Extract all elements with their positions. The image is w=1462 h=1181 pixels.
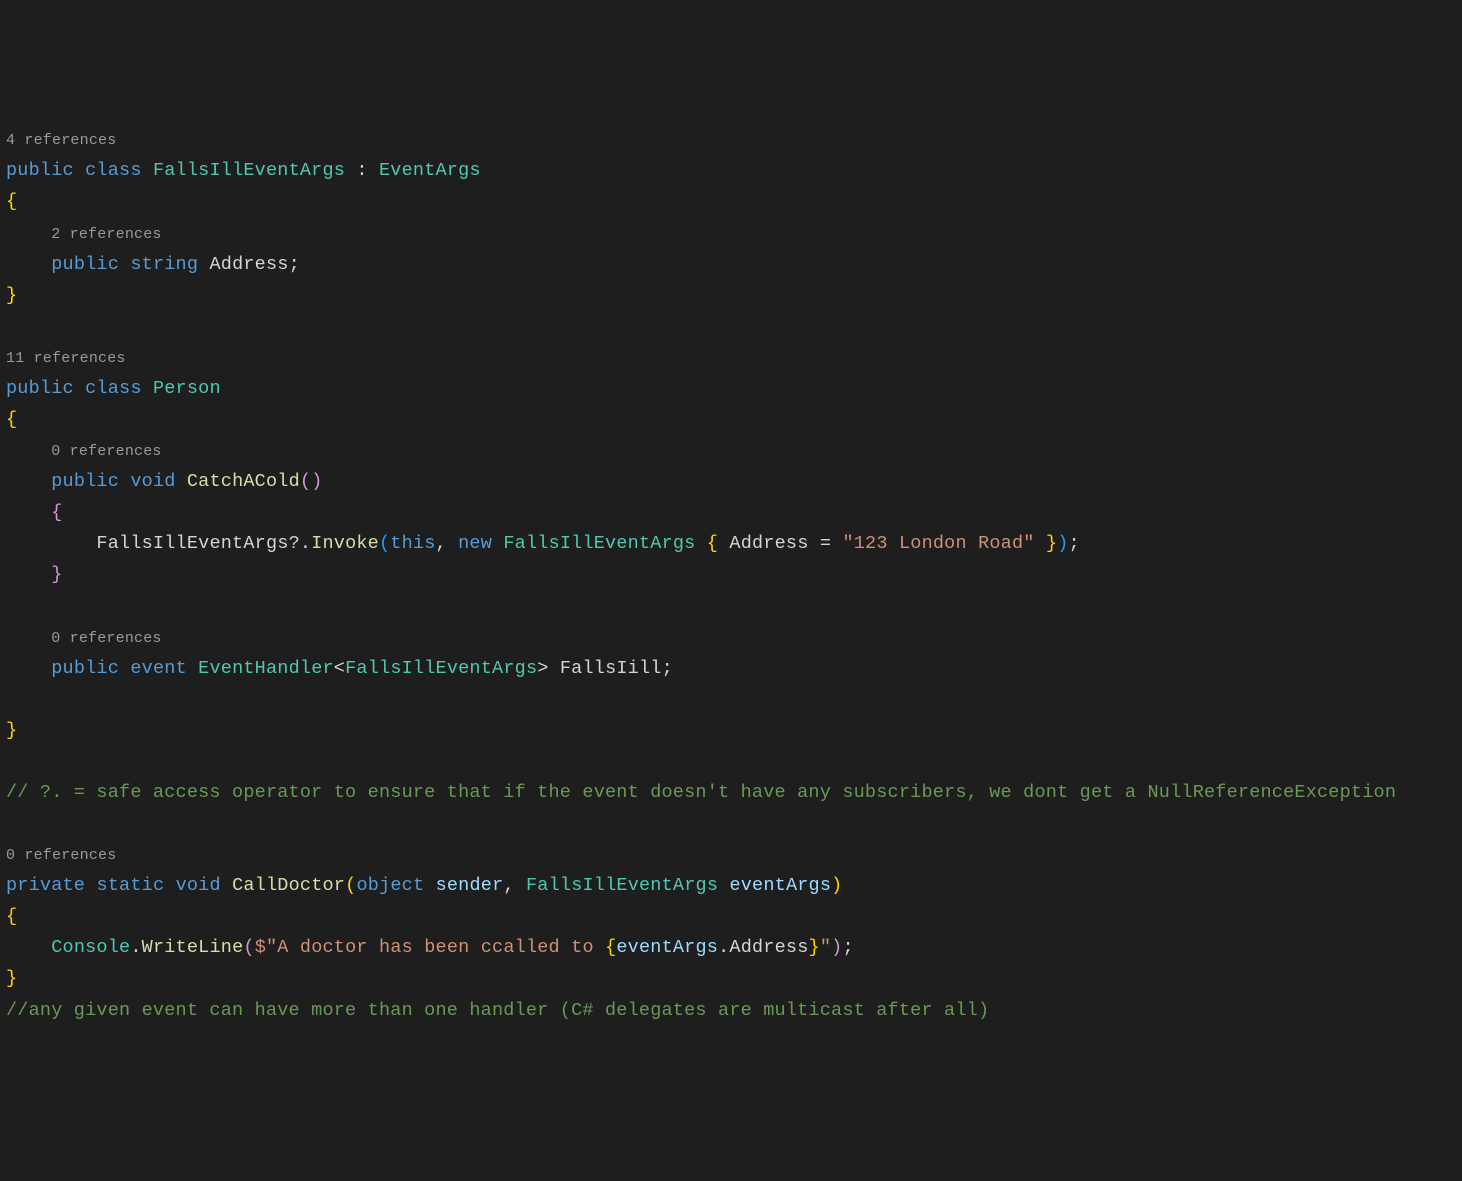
string-literal: "A doctor has been ccalled to [266,937,605,958]
brace-close: } [6,968,17,989]
keyword-new: new [458,533,492,554]
interp-close: } [809,937,820,958]
semicolon: ; [289,254,300,275]
codelens[interactable]: 0 references [51,443,161,460]
comment: //any given event can have more than one… [6,1000,989,1021]
string-literal: "123 London Road" [842,533,1034,554]
angle-close: > [537,658,548,679]
paren-open: ( [345,875,356,896]
identifier: eventArgs [616,937,718,958]
keyword-public: public [51,658,119,679]
string-literal: " [820,937,831,958]
type-name: Person [153,378,221,399]
codelens[interactable]: 11 references [6,350,126,367]
comment: // ?. = safe access operator to ensure t… [6,782,1396,803]
method-call: WriteLine [142,937,244,958]
keyword-public: public [51,254,119,275]
type-name: FallsIllEventArgs [345,658,537,679]
property-name: Address [729,533,808,554]
keyword-class: class [85,378,142,399]
angle-open: < [334,658,345,679]
keyword-string: string [130,254,198,275]
brace-close: } [51,564,62,585]
dot: . [130,937,141,958]
identifier: FallsIllEventArgs [96,533,288,554]
type-name: FallsIllEventArgs [153,160,345,181]
brace-open: { [6,906,17,927]
keyword-void: void [130,471,175,492]
dot: . [718,937,729,958]
codelens[interactable]: 0 references [6,847,116,864]
code-editor[interactable]: 4 references public class FallsIllEventA… [6,124,1456,1025]
semicolon: ; [662,658,673,679]
event-name: FallsIill [560,658,662,679]
paren-close: ) [1057,533,1068,554]
property-name: Address [729,937,808,958]
semicolon: ; [842,937,853,958]
safe-access: ?. [289,533,312,554]
brace-close: } [6,720,17,741]
space [492,533,503,554]
keyword-class: class [85,160,142,181]
brace-open: { [51,502,62,523]
codelens[interactable]: 0 references [51,630,161,647]
keyword-void: void [176,875,221,896]
keyword-static: static [96,875,164,896]
paren-close: ) [311,471,322,492]
method-name: CallDoctor [232,875,345,896]
method-call: Invoke [311,533,379,554]
type-name: EventHandler [198,658,334,679]
keyword-private: private [6,875,85,896]
dollar: $ [255,937,266,958]
comma: , [503,875,526,896]
field-name: Address [209,254,288,275]
interp-open: { [605,937,616,958]
paren-open: ( [243,937,254,958]
method-name: CatchACold [187,471,300,492]
keyword-public: public [6,160,74,181]
equals: = [809,533,843,554]
paren-close: ) [831,875,842,896]
param-name: eventArgs [729,875,831,896]
brace-open: { [6,409,17,430]
keyword-public: public [6,378,74,399]
brace-open: { [707,533,718,554]
brace-close: } [1046,533,1057,554]
semicolon: ; [1069,533,1080,554]
brace-open: { [6,191,17,212]
type-name: FallsIllEventArgs [526,875,718,896]
type-name: EventArgs [379,160,481,181]
keyword-object: object [356,875,424,896]
keyword-event: event [130,658,187,679]
param-name: sender [436,875,504,896]
keyword-this: this [390,533,435,554]
type-name: FallsIllEventArgs [503,533,695,554]
type-name: Console [51,937,130,958]
paren-open: ( [379,533,390,554]
paren-open: ( [300,471,311,492]
codelens[interactable]: 4 references [6,132,116,149]
paren-close: ) [831,937,842,958]
keyword-public: public [51,471,119,492]
colon: : [345,160,379,181]
brace-close: } [6,285,17,306]
codelens[interactable]: 2 references [51,226,161,243]
comma: , [436,533,459,554]
